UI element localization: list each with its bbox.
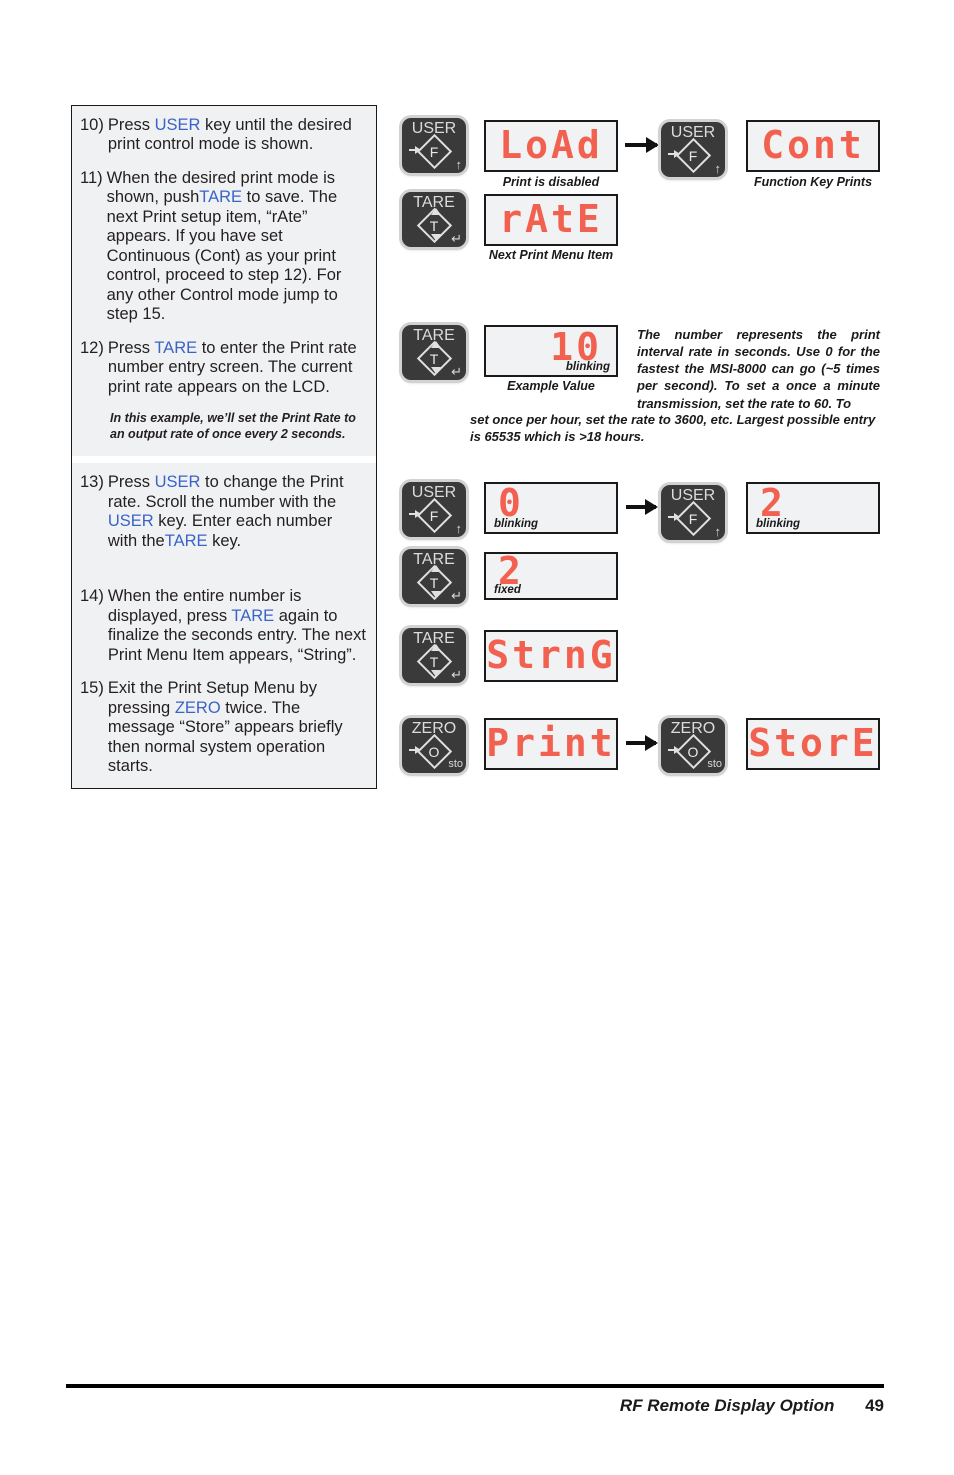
lcd-print: Print <box>484 718 618 770</box>
enter-arrow-icon: ↵ <box>451 588 462 603</box>
key-tare-row2[interactable]: TARE T ↵ <box>402 192 466 247</box>
key-user-row4-second[interactable]: USER F ↑ <box>661 478 733 540</box>
store-label-icon: sto <box>707 758 722 770</box>
down-triangle-icon <box>431 234 441 241</box>
key-tare-row6[interactable]: TARE T ↵ <box>402 628 466 683</box>
lcd-caption-cont: Function Key Prints <box>753 175 873 189</box>
up-triangle-icon <box>431 208 441 215</box>
page-number: 49 <box>865 1396 884 1415</box>
lcd-value: rAtE <box>499 197 603 242</box>
lcd-digit-two-fixed: 2 fixed <box>484 549 618 600</box>
arrow-into-key-icon <box>668 513 680 521</box>
key-tare-row5[interactable]: TARE T ↵ <box>402 549 466 604</box>
up-triangle-icon <box>431 341 441 348</box>
flow-arrow-row7 <box>626 735 658 751</box>
lcd-value: StrnG <box>486 633 616 678</box>
key-tare-row3[interactable]: TARE T ↵ <box>402 325 466 380</box>
up-arrow-icon: ↑ <box>455 521 463 536</box>
flow-arrow-row4 <box>626 499 658 515</box>
lcd-rate: rAtE <box>484 194 618 246</box>
up-arrow-icon: ↑ <box>455 157 463 172</box>
key-user-row4[interactable]: USER F ↑ <box>402 482 466 537</box>
lcd-tag-fixed: fixed <box>494 584 521 596</box>
flow-arrow-row1 <box>625 137 659 153</box>
lcd-value: StorE <box>748 721 878 766</box>
lcd-load: LoAd <box>484 120 618 172</box>
procedure-diagram: USER F ↑ LoAd Print is disabled USER F ↑… <box>0 0 954 1475</box>
up-arrow-icon: ↑ <box>714 524 722 539</box>
arrow-into-key-icon <box>409 146 421 154</box>
lcd-tag-blinking: blinking <box>756 518 801 530</box>
print-rate-note: The number represents the print interval… <box>637 327 880 411</box>
lcd-value: Cont <box>761 123 865 168</box>
up-triangle-icon <box>431 565 441 572</box>
key-zero-row7-second[interactable]: ZERO O sto <box>661 718 725 773</box>
footer: RF Remote Display Option 49 <box>66 1396 884 1416</box>
key-user-row1[interactable]: USER F ↑ <box>402 118 466 173</box>
enter-arrow-icon: ↵ <box>451 667 462 682</box>
enter-arrow-icon: ↵ <box>451 364 462 379</box>
up-arrow-icon: ↑ <box>714 161 722 176</box>
lcd-rate-value: 10 blinking <box>484 325 618 377</box>
lcd-digit-zero: 0 blinking <box>484 481 618 534</box>
lcd-caption-rate: Next Print Menu Item <box>488 248 614 262</box>
lcd-value: LoAd <box>499 123 603 168</box>
lcd-tag-blinking: blinking <box>494 518 539 530</box>
lcd-store: StorE <box>746 718 880 770</box>
down-triangle-icon <box>431 367 441 374</box>
arrow-into-key-icon <box>668 746 680 754</box>
up-triangle-icon <box>431 644 441 651</box>
lcd-value: Print <box>486 721 616 766</box>
lcd-tag-blinking: blinking <box>565 361 610 373</box>
enter-arrow-icon: ↵ <box>451 231 462 246</box>
lcd-digit-two-blinking: 2 blinking <box>746 481 880 534</box>
footer-title: RF Remote Display Option <box>619 1396 835 1415</box>
lcd-cont: Cont <box>746 120 880 172</box>
lcd-caption-load: Print is disabled <box>502 175 600 189</box>
key-zero-row7[interactable]: ZERO O sto <box>402 718 466 773</box>
arrow-into-key-icon <box>409 510 421 518</box>
arrow-into-key-icon <box>409 746 421 754</box>
footer-divider <box>66 1384 884 1388</box>
store-label-icon: sto <box>448 758 463 770</box>
down-triangle-icon <box>431 591 441 598</box>
print-rate-note-continued: set once per hour, set the rate to 3600,… <box>470 412 876 445</box>
lcd-string: StrnG <box>484 630 618 682</box>
key-user-row1-second[interactable]: USER F ↑ <box>661 115 733 177</box>
lcd-caption-example: Example Value <box>507 379 595 393</box>
arrow-into-key-icon <box>668 150 680 158</box>
down-triangle-icon <box>431 670 441 677</box>
